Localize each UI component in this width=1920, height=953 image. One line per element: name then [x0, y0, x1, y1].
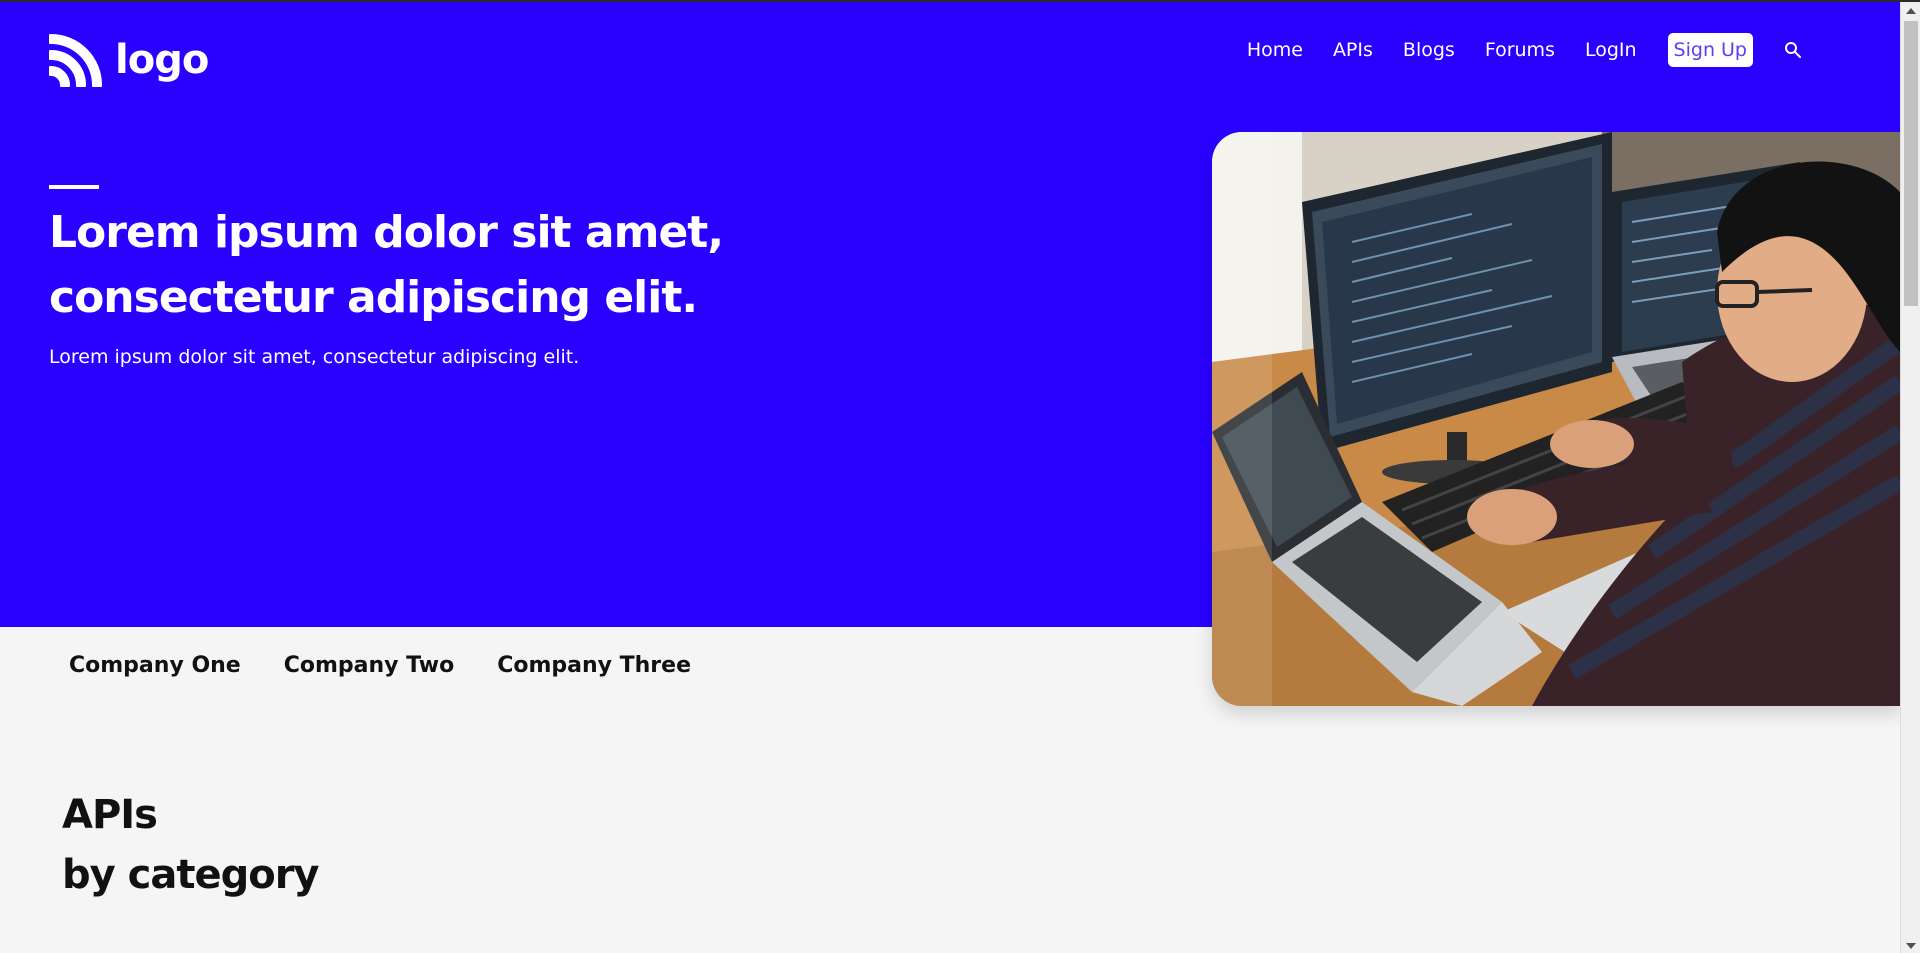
logo-icon: [49, 34, 102, 87]
company-one-logo: Company One: [69, 653, 241, 678]
nav-login-link[interactable]: LogIn: [1585, 39, 1637, 61]
page: logo Home APIs Blogs Forums LogIn Sign U…: [0, 0, 1920, 953]
hero-photo: [1212, 132, 1900, 706]
company-three-logo: Company Three: [497, 653, 692, 678]
hero-accent-line: [49, 185, 99, 189]
companies-row: Company One Company Two Company Three: [69, 653, 691, 678]
search-icon[interactable]: [1784, 41, 1802, 59]
page-scrollbar[interactable]: [1900, 2, 1920, 953]
hero-subtitle: Lorem ipsum dolor sit amet, consectetur …: [49, 346, 580, 368]
apis-title-line2: by category: [62, 852, 319, 898]
logo[interactable]: logo: [49, 33, 209, 87]
apis-title-line1: APIs: [62, 792, 158, 838]
nav-blogs-link[interactable]: Blogs: [1403, 39, 1455, 61]
nav-forums-link[interactable]: Forums: [1485, 39, 1555, 61]
main-nav: Home APIs Blogs Forums LogIn Sign Up: [1247, 29, 1802, 71]
signup-button[interactable]: Sign Up: [1667, 33, 1753, 67]
company-two-logo: Company Two: [283, 653, 455, 678]
logo-text: logo: [115, 37, 209, 83]
scroll-up-arrow-icon[interactable]: [1906, 8, 1916, 14]
developer-at-computer-photo: [1212, 132, 1900, 706]
apis-section-title: APIs by category: [62, 785, 319, 905]
hero-title: Lorem ipsum dolor sit amet, consectetur …: [49, 207, 724, 323]
nav-home-link[interactable]: Home: [1247, 39, 1303, 61]
nav-apis-link[interactable]: APIs: [1333, 39, 1373, 61]
scroll-down-arrow-icon[interactable]: [1906, 943, 1916, 949]
scroll-thumb[interactable]: [1904, 21, 1918, 306]
